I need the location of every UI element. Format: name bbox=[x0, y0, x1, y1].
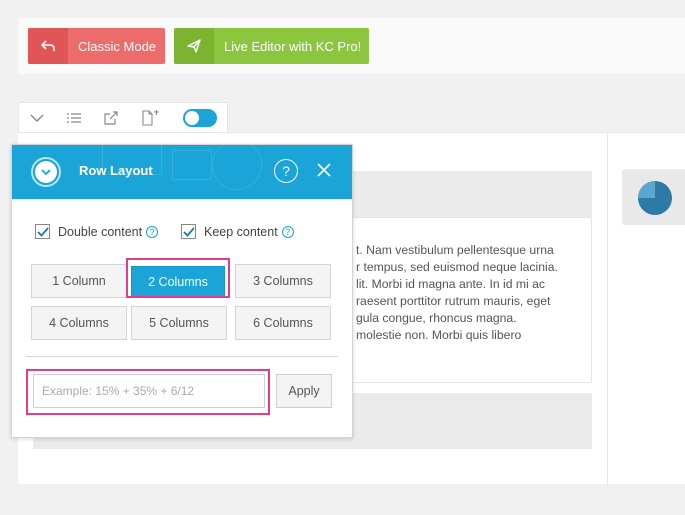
side-widget[interactable] bbox=[622, 169, 685, 225]
text-line: gula congue, rhoncus magna. bbox=[356, 311, 517, 325]
help-icon[interactable]: ? bbox=[281, 225, 294, 238]
pie-slice bbox=[638, 181, 655, 198]
layout-5-columns-button[interactable]: 5 Columns bbox=[131, 306, 227, 340]
header-decoration bbox=[212, 145, 262, 190]
live-editor-label: Live Editor with KC Pro! bbox=[224, 38, 362, 54]
layout-6-columns-button[interactable]: 6 Columns bbox=[235, 306, 331, 340]
keep-content-option[interactable]: Keep content ? bbox=[181, 224, 294, 239]
panel-header: Row Layout ? bbox=[12, 145, 352, 199]
chevron-down-icon[interactable] bbox=[28, 109, 46, 127]
keep-content-checkbox[interactable] bbox=[181, 224, 196, 239]
text-block: t. Nam vestibulum pellentesque urna r te… bbox=[356, 242, 588, 344]
panel-title: Row Layout bbox=[79, 163, 153, 178]
column-divider bbox=[607, 133, 608, 485]
layout-3-columns-button[interactable]: 3 Columns bbox=[235, 264, 331, 298]
divider bbox=[26, 356, 338, 357]
double-content-checkbox[interactable] bbox=[35, 224, 50, 239]
double-content-option[interactable]: Double content ? bbox=[35, 224, 159, 239]
double-content-label: Double content bbox=[58, 224, 143, 239]
collapse-button[interactable] bbox=[31, 157, 61, 187]
row-toggle-switch[interactable] bbox=[183, 109, 217, 127]
text-line: r tempus, sed euismod neque lacinia. bbox=[356, 260, 558, 274]
header-decoration bbox=[172, 150, 212, 180]
text-line: molestie non. Morbi quis libero bbox=[356, 328, 522, 342]
text-line: lit. Morbi id magna ante. In id mi ac bbox=[356, 277, 545, 291]
row-toolbar bbox=[18, 102, 228, 132]
export-icon[interactable] bbox=[102, 109, 120, 127]
chevron-down-icon bbox=[35, 161, 57, 183]
row-layout-panel: Row Layout ? Double content ? Keep conte… bbox=[11, 144, 353, 438]
close-icon[interactable] bbox=[315, 161, 333, 179]
help-icon[interactable]: ? bbox=[146, 225, 159, 238]
toggle-knob bbox=[185, 111, 199, 125]
help-icon[interactable]: ? bbox=[274, 159, 298, 183]
classic-mode-button[interactable]: Classic Mode bbox=[28, 28, 165, 64]
editor-topbar: Classic Mode Live Editor with KC Pro! bbox=[18, 18, 685, 74]
layout-1-column-button[interactable]: 1 Column bbox=[31, 264, 127, 298]
list-icon[interactable] bbox=[65, 109, 83, 127]
live-editor-button[interactable]: Live Editor with KC Pro! bbox=[174, 28, 369, 64]
back-arrow-icon bbox=[28, 28, 68, 64]
keep-content-label: Keep content bbox=[204, 224, 278, 239]
add-page-icon[interactable] bbox=[141, 109, 159, 127]
custom-layout-input[interactable] bbox=[33, 374, 265, 408]
text-line: raesent porttitor rutrum mauris, eget bbox=[356, 294, 551, 308]
classic-mode-label: Classic Mode bbox=[78, 38, 157, 54]
pie-chart-icon bbox=[638, 181, 672, 215]
text-line: t. Nam vestibulum pellentesque urna bbox=[356, 243, 554, 257]
apply-button[interactable]: Apply bbox=[276, 374, 332, 408]
layout-4-columns-button[interactable]: 4 Columns bbox=[31, 306, 127, 340]
layout-2-columns-button[interactable]: 2 Columns bbox=[131, 266, 225, 298]
paper-plane-icon bbox=[174, 28, 214, 64]
